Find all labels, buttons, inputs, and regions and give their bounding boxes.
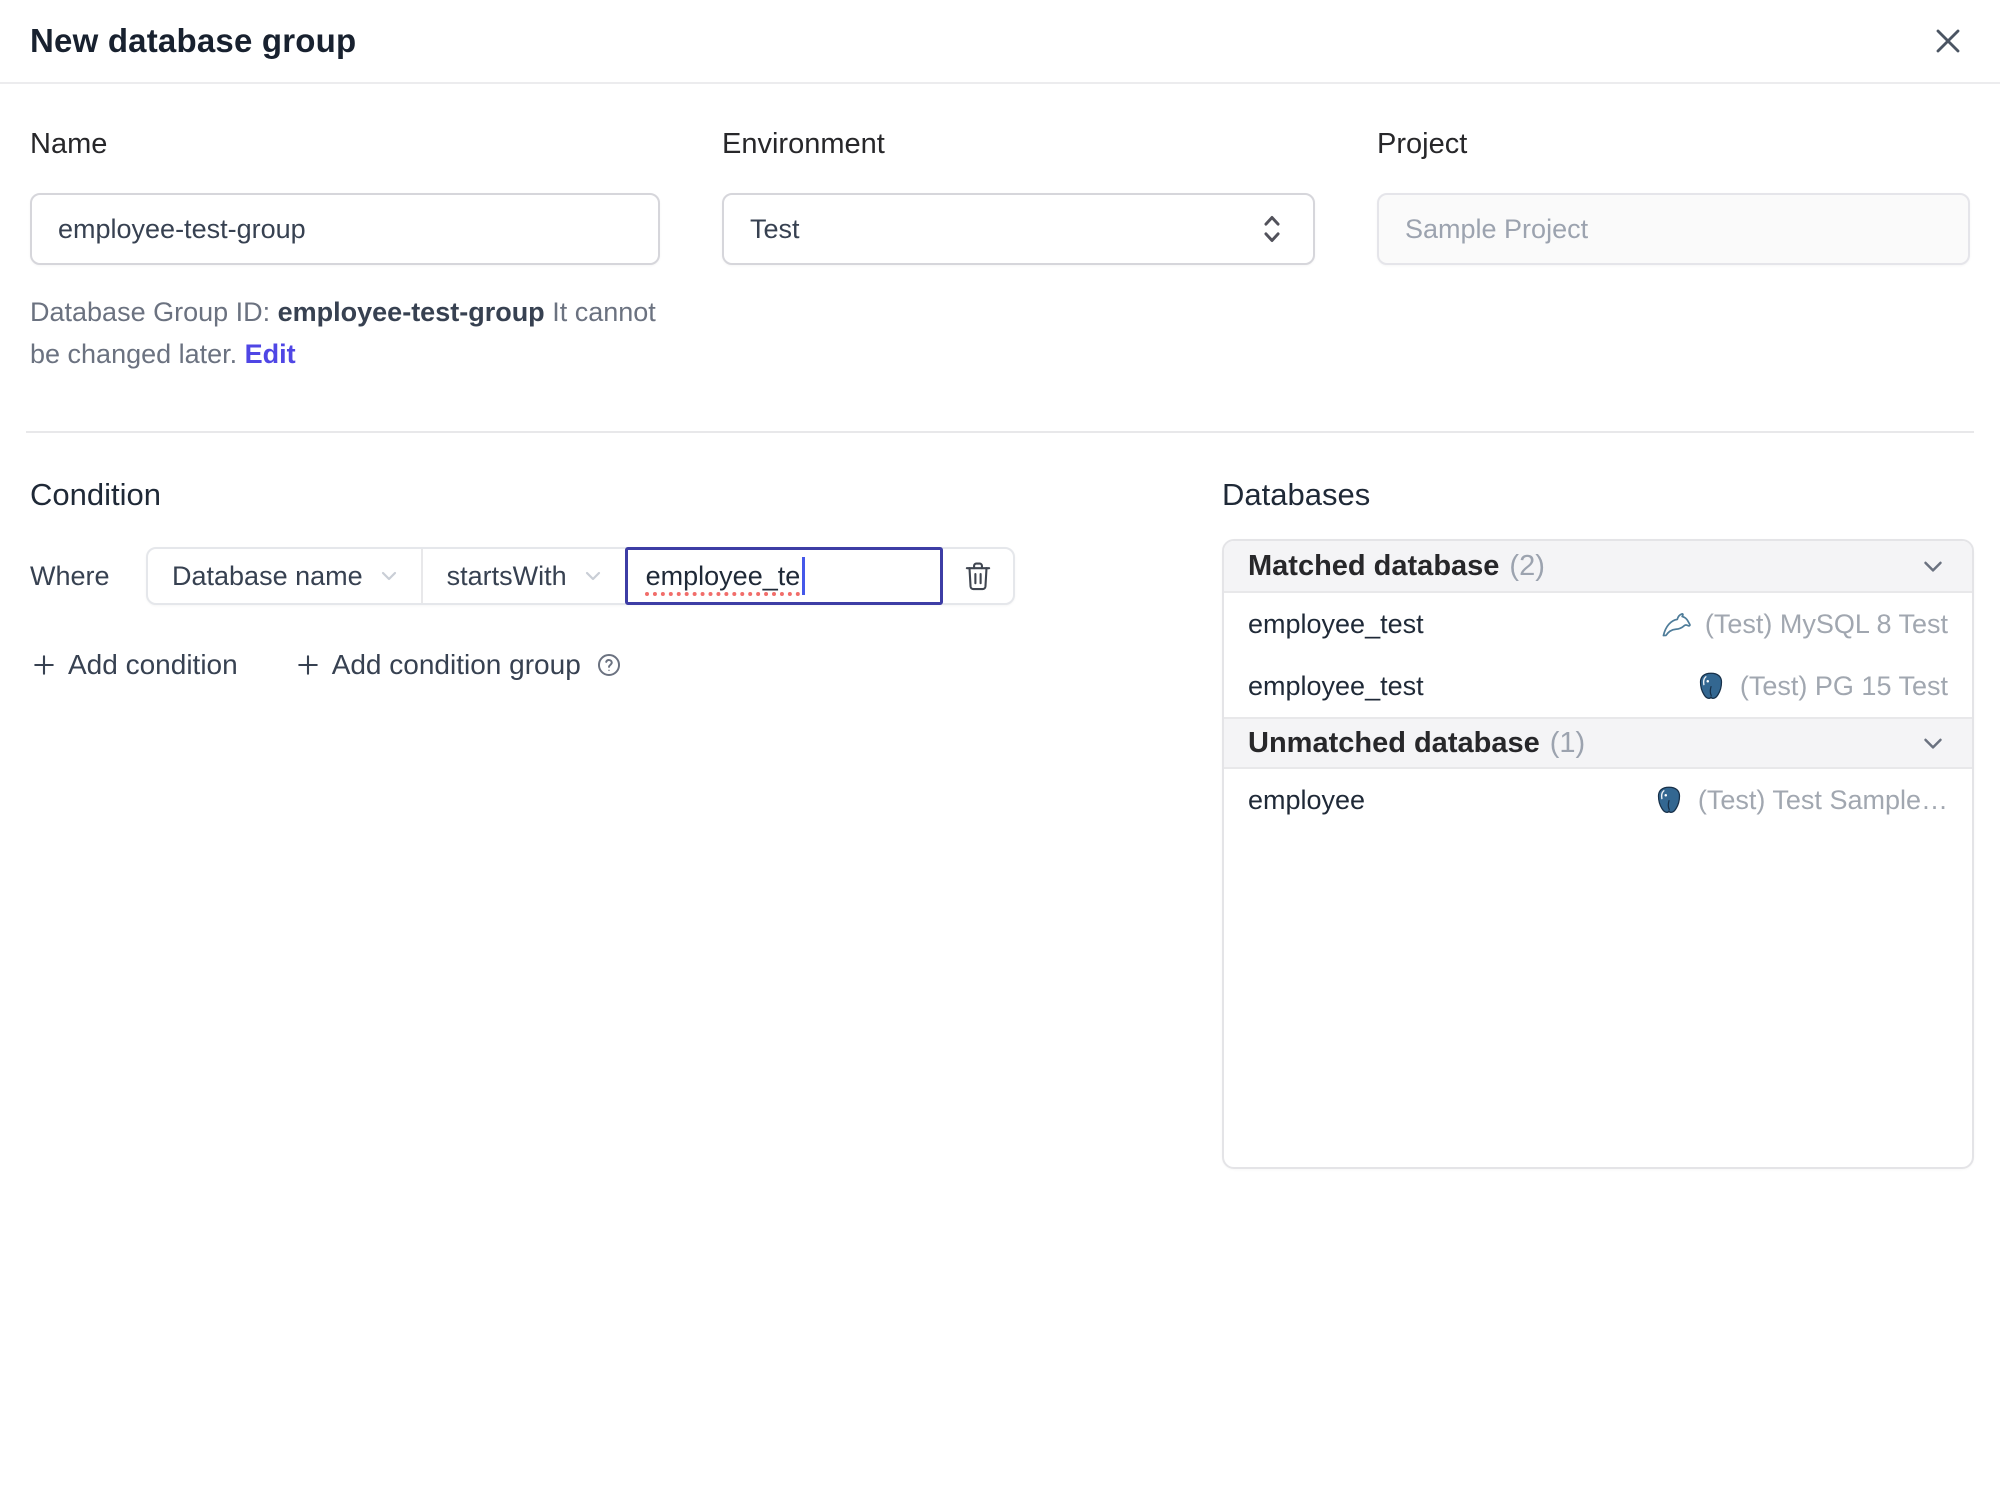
select-updown-chevron-icon [1257, 212, 1287, 246]
plus-icon [30, 651, 58, 679]
edit-group-id-link[interactable]: Edit [245, 339, 296, 369]
mysql-icon [1661, 609, 1695, 639]
condition-value-text: employee_te [645, 560, 801, 591]
database-name: employee_test [1248, 670, 1424, 701]
databases-panel: Matched database (2) employee_test (Test)… [1222, 539, 1974, 1169]
project-label: Project [1377, 128, 1468, 160]
database-row[interactable]: employee_test (Test) MySQL 8 Test [1224, 593, 1972, 655]
name-field-group: Name Database Group ID: employee-test-gr… [30, 128, 660, 375]
add-condition-button[interactable]: Add condition [30, 649, 238, 681]
delete-condition-button[interactable] [943, 549, 1013, 603]
database-instance: (Test) PG 15 Test [1696, 671, 1948, 702]
matched-database-title: Matched database (2) [1248, 550, 1545, 583]
environment-label: Environment [722, 128, 885, 160]
condition-operator-value: startsWith [446, 560, 567, 591]
group-id-helper: Database Group ID: employee-test-group I… [30, 291, 660, 375]
group-id-prefix: Database Group ID: [30, 297, 278, 327]
condition-section: Condition Where Database name startsWith [30, 477, 1192, 681]
environment-select[interactable]: Test [722, 193, 1315, 265]
condition-operator-dropdown[interactable]: startsWith [423, 549, 625, 603]
chevron-down-icon [377, 564, 401, 588]
trash-icon [962, 559, 994, 593]
text-caret [802, 557, 806, 595]
matched-database-label: Matched database [1248, 549, 1500, 582]
condition-field-value: Database name [172, 560, 363, 591]
unmatched-database-header[interactable]: Unmatched database (1) [1224, 717, 1972, 769]
condition-field-dropdown[interactable]: Database name [148, 549, 423, 603]
database-instance-label: (Test) PG 15 Test [1739, 670, 1948, 701]
name-input[interactable] [58, 213, 632, 245]
add-condition-label: Add condition [68, 649, 238, 680]
project-input-disabled: Sample Project [1377, 193, 1970, 265]
database-instance: (Test) MySQL 8 Test [1661, 609, 1948, 640]
group-id-value: employee-test-group [277, 297, 545, 327]
plus-icon [294, 651, 322, 679]
condition-expression-group: Database name startsWith employee_te [146, 547, 1015, 605]
environment-selected-value: Test [750, 213, 800, 244]
add-condition-group-label: Add condition group [331, 649, 581, 680]
condition-actions: Add condition Add condition group [30, 649, 1192, 681]
dialog-header: New database group [0, 0, 2000, 84]
postgresql-icon [1696, 671, 1730, 701]
database-name: employee_test [1248, 608, 1424, 639]
database-row[interactable]: employee_test (Test) PG 15 Test [1224, 655, 1972, 717]
form-fields-row: Name Database Group ID: employee-test-gr… [0, 84, 2000, 375]
postgresql-icon [1654, 785, 1688, 815]
project-value: Sample Project [1405, 213, 1589, 244]
environment-field-group: Environment Test [722, 128, 1315, 375]
database-name: employee [1248, 784, 1366, 815]
close-button[interactable] [1926, 19, 1970, 63]
database-row[interactable]: employee (Test) Test Sample… [1224, 769, 1972, 831]
name-label: Name [30, 128, 108, 160]
unmatched-database-title: Unmatched database (1) [1248, 727, 1585, 760]
condition-value-input[interactable]: employee_te [624, 547, 943, 605]
project-field-group: Project Sample Project [1377, 128, 1970, 375]
close-icon [1928, 21, 1968, 61]
add-condition-group-button[interactable]: Add condition group [294, 649, 623, 681]
chevron-down-icon [1918, 728, 1948, 758]
dialog-title: New database group [30, 22, 357, 59]
databases-heading: Databases [1222, 477, 1371, 512]
chevron-down-icon [1918, 551, 1948, 581]
matched-database-count: (2) [1509, 549, 1545, 582]
database-instance-label: (Test) Test Sample… [1697, 784, 1948, 815]
database-instance-label: (Test) MySQL 8 Test [1704, 608, 1948, 639]
database-instance: (Test) Test Sample… [1654, 785, 1948, 816]
condition-row: Where Database name startsWith employee_… [30, 547, 1192, 605]
unmatched-database-label: Unmatched database [1248, 726, 1540, 759]
databases-section: Databases Matched database (2) employee_t… [1222, 477, 1974, 1169]
help-question-icon[interactable] [595, 651, 623, 679]
chevron-down-icon [581, 564, 605, 588]
where-label: Where [30, 560, 110, 591]
condition-heading: Condition [30, 477, 161, 512]
unmatched-database-count: (1) [1549, 726, 1586, 759]
matched-database-header[interactable]: Matched database (2) [1224, 541, 1972, 593]
name-input-wrapper [30, 193, 660, 265]
